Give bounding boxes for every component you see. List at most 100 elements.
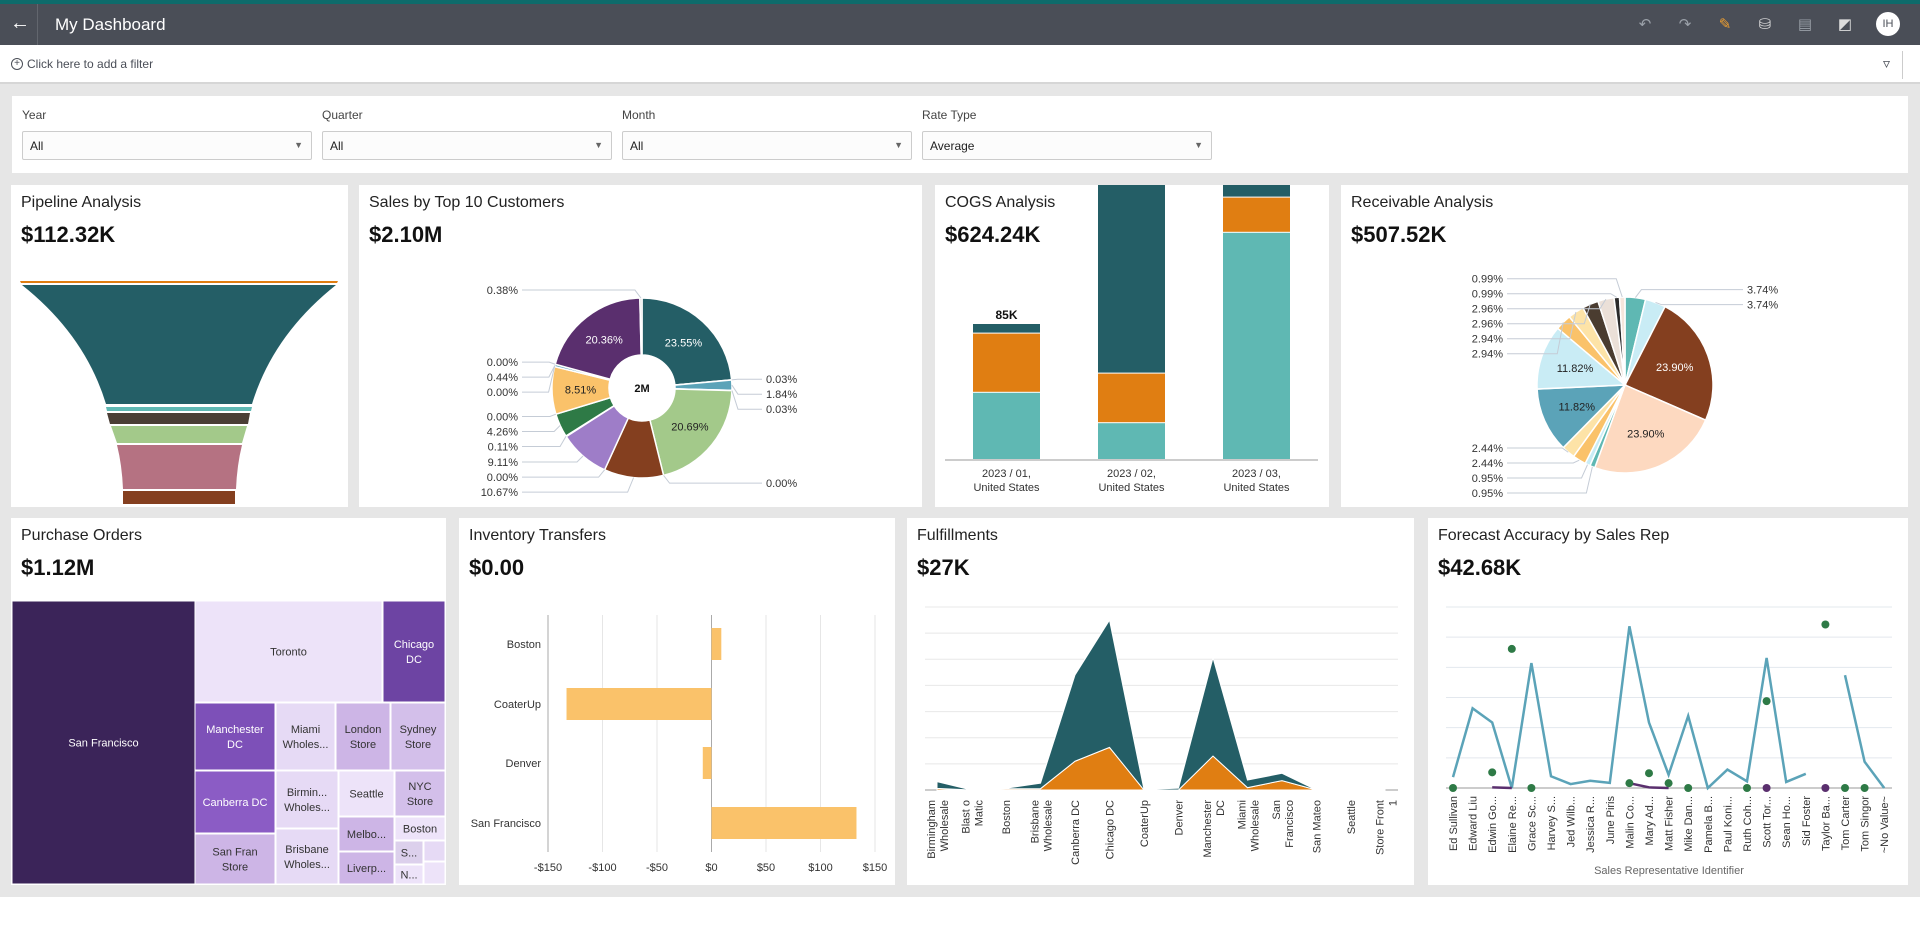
treemap-label: S... xyxy=(401,848,418,860)
bar-segment xyxy=(1223,197,1290,232)
treemap-cell xyxy=(275,770,339,829)
treemap-label: Boston xyxy=(403,824,437,836)
slice-label: 2.44% xyxy=(1472,443,1503,455)
category-label: MiamiWholesale xyxy=(1237,800,1262,851)
treemap-label: Melbo... xyxy=(347,829,386,841)
inventory-transfers-card[interactable]: Inventory Transfers $0.00 -$150 -$100 -$50… xyxy=(459,518,895,885)
leader-line xyxy=(1507,447,1569,453)
category-label: Mary Ad... xyxy=(1644,796,1656,846)
category-label: Store Front1 xyxy=(1375,800,1400,855)
back-arrow-icon[interactable]: ← xyxy=(10,12,30,35)
funnel-stage xyxy=(117,445,242,489)
leader-line xyxy=(522,477,635,493)
treemap-label: San Francisco xyxy=(68,738,138,750)
edit-icon[interactable]: ✎ xyxy=(1716,15,1734,33)
cogs-analysis-card[interactable]: COGS Analysis $624.24K 85K 2023 / 01, Unit… xyxy=(935,185,1329,507)
slice-label: 0.00% xyxy=(487,357,518,369)
pipeline-analysis-card[interactable]: Pipeline Analysis $112.32K xyxy=(11,185,348,507)
leader-line xyxy=(1507,293,1618,298)
slice-label: 11.82% xyxy=(1557,363,1594,375)
data-icon[interactable]: ⛁ xyxy=(1756,15,1774,33)
treemap-label: Canberra DC xyxy=(203,797,268,809)
add-filter-button[interactable]: + Click here to add a filter xyxy=(11,57,153,71)
app-header: ← My Dashboard ↶ ↷ ✎ ⛁ ▤ ◩ IH xyxy=(0,4,1920,45)
month-select[interactable]: All ▼ xyxy=(622,131,912,160)
bar-segment xyxy=(1098,185,1165,373)
treemap-label: Toronto xyxy=(270,647,307,659)
slice-label: 23.90% xyxy=(1627,429,1665,441)
fulfillments-card[interactable]: Fulfillments $27K BirminghamWholesale Bla… xyxy=(907,518,1414,885)
data-point xyxy=(1625,779,1634,788)
slice-label: 10.67% xyxy=(481,487,519,499)
sales-top-customers-card[interactable]: Sales by Top 10 Customers $2.10M 23.55% 2… xyxy=(359,185,922,507)
undo-icon[interactable]: ↶ xyxy=(1636,15,1654,33)
year-select[interactable]: All ▼ xyxy=(22,131,312,160)
leader-line xyxy=(522,366,556,393)
data-point xyxy=(1527,784,1536,792)
avatar[interactable]: IH xyxy=(1876,12,1900,36)
bar-segment xyxy=(973,392,1040,459)
line-chart[interactable]: Ed Sullivan Edward Liu Edwin Go... Elaine R… xyxy=(1428,518,1908,885)
category-label: BrisbaneWholesale xyxy=(1030,800,1055,851)
stacked-bar-chart[interactable]: 85K2023 / 01,United States277K2023 / 02,… xyxy=(935,185,1329,507)
header-divider xyxy=(37,4,38,45)
slice-label: 2.96% xyxy=(1472,304,1503,316)
slice-label: 4.26% xyxy=(487,426,518,438)
rate-type-select[interactable]: Average ▼ xyxy=(922,131,1212,160)
treemap-chart[interactable]: San FranciscoTorontoChicago DCManchester D… xyxy=(11,518,446,885)
category-label: Tom Singor xyxy=(1860,796,1872,852)
treemap-label: Liverp... xyxy=(347,863,386,875)
slice-label: 2.94% xyxy=(1472,349,1503,361)
slice-label: 0.38% xyxy=(487,285,518,297)
funnel-stage xyxy=(106,407,252,411)
bar xyxy=(711,628,722,660)
leader-line xyxy=(731,390,762,410)
category-label: Grace Sc... xyxy=(1526,796,1538,851)
treemap-cell xyxy=(390,702,446,771)
funnel-stage xyxy=(111,426,247,443)
forecast-accuracy-card[interactable]: Forecast Accuracy by Sales Rep $42.68K E… xyxy=(1428,518,1908,885)
leader-line xyxy=(1507,466,1593,494)
comment-icon[interactable]: ▤ xyxy=(1796,15,1814,33)
x-tick-label: -$150 xyxy=(534,862,562,874)
category-label: San Mateo xyxy=(1312,800,1324,853)
stacked-area-chart[interactable]: BirminghamWholesale Blast oMatic Boston Bri… xyxy=(907,518,1414,885)
present-icon[interactable]: ◩ xyxy=(1836,15,1854,33)
x-tick-label: $100 xyxy=(808,862,832,874)
category-label: SanFrancisco xyxy=(1271,800,1296,848)
slice-label: 0.03% xyxy=(766,374,797,386)
donut-chart[interactable]: 23.55% 20.69% 8.51% 20.36% 0.38% 0.00% 0.44% 0.… xyxy=(359,185,922,507)
slice-label: 0.03% xyxy=(766,404,797,416)
slice-label: 0.95% xyxy=(1472,488,1503,500)
category-label: ManchesterDC xyxy=(1202,800,1227,858)
quarter-select[interactable]: All ▼ xyxy=(322,131,612,160)
receivable-analysis-card[interactable]: Receivable Analysis $507.52K 23.90% 23.90… xyxy=(1341,185,1908,507)
line-series xyxy=(1492,786,1512,790)
bar-total-label: 85K xyxy=(995,308,1017,322)
leader-line xyxy=(522,436,567,447)
redo-icon[interactable]: ↷ xyxy=(1676,15,1694,33)
category-label: Tom Carter xyxy=(1840,796,1852,851)
x-tick-label: -$50 xyxy=(646,862,668,874)
bar-segment xyxy=(1223,232,1290,459)
select-value: All xyxy=(630,139,644,153)
bar-segment xyxy=(1098,423,1165,459)
treemap-cell xyxy=(194,702,276,771)
data-point xyxy=(1860,784,1869,792)
bottom-bar xyxy=(0,897,1920,930)
x-axis-title: Sales Representative Identifier xyxy=(1594,865,1744,877)
slice-label: 3.74% xyxy=(1747,300,1778,312)
leader-line xyxy=(522,469,605,478)
pie-chart[interactable]: 23.90% 23.90% 11.82% 11.82% 0.99% 0.99% 2.96% 2… xyxy=(1341,185,1908,507)
filter-funnel-icon[interactable]: ▿ xyxy=(1883,55,1890,72)
category-label: Jed Wilb... xyxy=(1566,796,1578,847)
horizontal-bar-chart[interactable]: -$150 -$100 -$50 $0 $50 $100 $150 Boston CoaterU… xyxy=(459,518,895,885)
category-label: Scott Tor... xyxy=(1762,796,1774,848)
purchase-orders-card[interactable]: Purchase Orders $1.12M San Francisco Toro… xyxy=(11,518,446,885)
funnel-chart[interactable] xyxy=(11,185,348,507)
data-point xyxy=(1743,784,1751,792)
leader-line xyxy=(522,365,556,378)
slice-label: 8.51% xyxy=(565,385,596,397)
category-label: Edward Liu xyxy=(1468,796,1480,851)
data-point xyxy=(1645,769,1653,778)
